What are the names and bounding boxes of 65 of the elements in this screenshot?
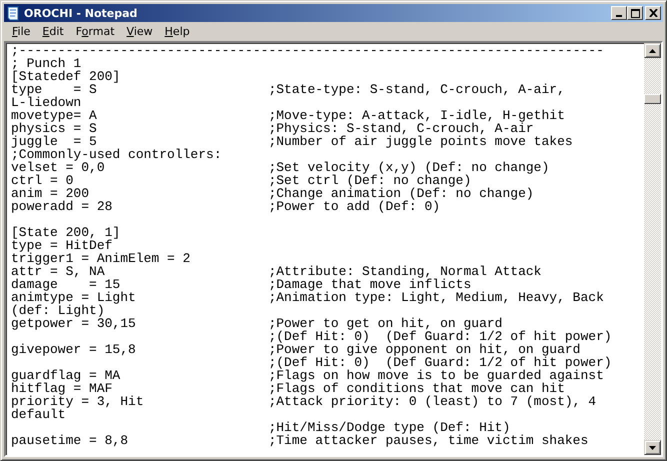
comment-text: ;Change animation (Def: no change) [268,187,534,200]
code-line: [Statedef 200] [11,70,122,83]
vertical-scrollbar[interactable] [644,43,661,455]
code-line: juggle = 5 [11,135,97,148]
maximize-icon [630,8,640,18]
code-line: default [11,408,66,421]
code-line: ; Punch 1 [11,57,82,70]
comment-text: ;Physics: S-stand, C-crouch, A-air [268,122,534,135]
minimize-button[interactable] [611,6,627,20]
code-line: damage = 15 [11,278,120,291]
comment-text: ;Move-type: A-attack, I-idle, H-gethit [268,109,565,122]
scroll-thumb[interactable] [644,94,661,104]
code-line: [State 200, 1] [11,226,122,239]
code-line: attr = S, NA [11,265,106,278]
scroll-down-button[interactable] [644,440,661,455]
menu-item[interactable]: Help [158,25,196,38]
code-line: ;--------------------------------------------------------------------------- [11,44,604,57]
comment-text: ;(Def Hit: 0) (Def Guard: 1/2 of hit power) [268,330,612,343]
comment-text: ;Power to add (Def: 0) [268,200,440,213]
code-line: poweradd = 28 [11,200,114,213]
menu-item[interactable]: Edit [36,25,70,38]
comment-text: ;Number of air juggle points move takes [268,135,573,148]
comment-text: ;Flags of conditions that move can hit [268,382,565,395]
code-line: physics = S [11,122,98,135]
up-arrow-icon [649,48,656,52]
comment-text: ;Damage that move inflicts [268,278,472,291]
code-line: getpower = 30,15 [11,317,137,330]
code-line: velset = 0,0 [11,161,105,174]
comment-text: ;State-type: S-stand, C-crouch, A-air, [268,83,565,96]
menu-item[interactable]: View [120,25,159,38]
comment-text: ;Power to get on hit, on guard [268,317,502,330]
notepad-icon [6,6,20,20]
code-line: pausetime = 8,8 [11,434,130,447]
code-line: trigger1 = AnimElem = 2 [11,252,192,265]
code-line: L-liedown [11,96,82,109]
code-line: ;Commonly-used controllers: [11,148,223,161]
comment-text: ;Animation type: Light, Medium, Heavy, Back [268,291,604,304]
maximize-button[interactable] [627,6,643,20]
comment-text: ;Time attacker pauses, time victim shakes [268,434,588,447]
comment-text: ;(Def Hit: 0) (Def Guard: 1/2 of hit power) [268,356,612,369]
comment-text: ;Attack priority: 0 (least) to 7 (most), 4 [268,395,596,408]
code-line: anim = 200 [11,187,90,200]
code-line: type = S [11,83,97,96]
code-line: hitflag = MAF [11,382,114,395]
scroll-up-button[interactable] [644,43,661,58]
down-arrow-icon [649,446,656,450]
code-line: movetype= A [11,109,98,122]
comment-text: ;Flags on how move is to be guarded against [268,369,604,382]
comment-text: ;Set ctrl (Def: no change) [268,174,472,187]
comment-text: ;Power to give opponent on hit, on guard [268,343,580,356]
code-line: guardflag = MA [11,369,122,382]
code-line: priority = 3, Hit [11,395,145,408]
window-title: OROCHI - Notepad [24,6,138,20]
code-line: ctrl = 0 [11,174,74,187]
comment-text: ;Attribute: Standing, Normal Attack [268,265,542,278]
code-line: type = HitDef [11,239,112,252]
code-line: givepower = 15,8 [11,343,137,356]
code-line: (def: Light) [11,304,105,317]
close-button[interactable] [645,6,661,20]
code-line: animtype = Light [11,291,137,304]
comment-text: ;Set velocity (x,y) (Def: no change) [268,161,550,174]
comment-text: ;Hit/Miss/Dodge type (Def: Hit) [268,421,510,434]
menu-item[interactable]: File [6,25,36,38]
menu-item[interactable]: Format [70,25,121,38]
close-icon [648,9,658,17]
